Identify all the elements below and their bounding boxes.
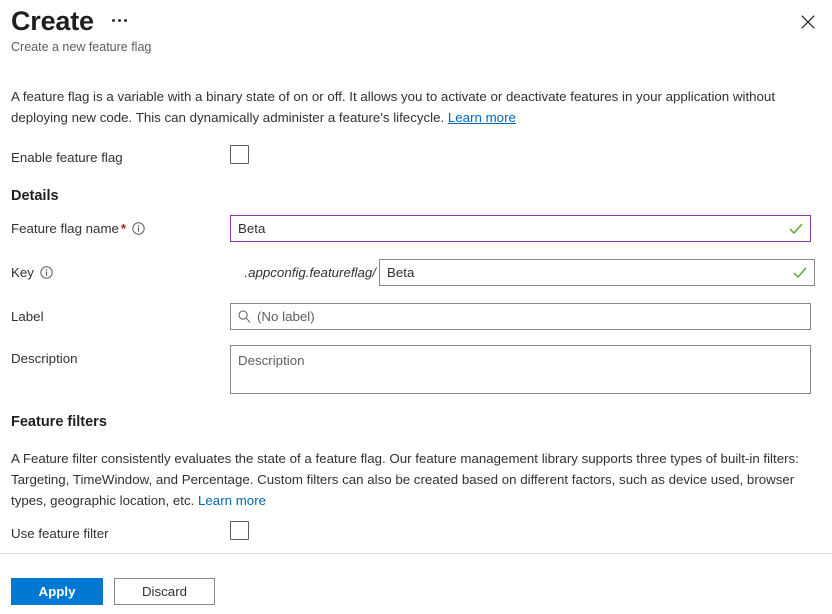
footer-divider: [0, 553, 832, 554]
description-label: Description: [11, 351, 78, 366]
ellipsis-dot: [117, 18, 121, 22]
search-icon: [238, 310, 251, 323]
ellipsis-dot: [123, 18, 127, 22]
feature-flag-name-label: Feature flag name *: [11, 215, 230, 240]
intro-learn-more-link[interactable]: Learn more: [448, 110, 516, 125]
close-button[interactable]: [792, 6, 824, 38]
filters-learn-more-link[interactable]: Learn more: [198, 493, 266, 508]
use-feature-filter-row: Use feature filter: [11, 520, 249, 543]
intro-paragraph: A feature flag is a variable with a bina…: [11, 86, 801, 128]
description-field[interactable]: [230, 345, 811, 394]
key-field[interactable]: [379, 259, 815, 286]
intro-text: A feature flag is a variable with a bina…: [11, 89, 776, 125]
label-field[interactable]: [230, 303, 811, 330]
page-subtitle: Create a new feature flag: [11, 40, 152, 54]
footer-actions: Apply Discard: [11, 578, 215, 605]
label-input[interactable]: [257, 305, 803, 328]
feature-flag-name-row: Feature flag name *: [11, 215, 811, 242]
valid-check-icon: [789, 223, 803, 235]
page-title: Create: [11, 6, 94, 36]
details-heading: Details: [11, 188, 59, 204]
enable-feature-flag-checkbox[interactable]: [230, 145, 249, 164]
feature-filters-heading: Feature filters: [11, 414, 107, 430]
use-feature-filter-checkbox[interactable]: [230, 521, 249, 540]
feature-filters-text: A Feature filter consistently evaluates …: [11, 451, 799, 508]
key-label-text: Key: [11, 265, 34, 280]
description-row: Description: [11, 345, 811, 394]
key-input[interactable]: [387, 261, 787, 284]
label-row: Label: [11, 303, 811, 330]
info-icon[interactable]: [132, 221, 145, 240]
key-prefix: .appconfig.featureflag/: [244, 265, 376, 280]
feature-flag-name-input[interactable]: [238, 217, 783, 240]
create-feature-flag-panel: Create Create a new feature flag A featu…: [0, 0, 832, 614]
description-textarea[interactable]: [238, 351, 803, 388]
apply-button[interactable]: Apply: [11, 578, 103, 605]
feature-flag-name-label-text: Feature flag name: [11, 221, 119, 236]
enable-feature-flag-row: Enable feature flag: [11, 144, 249, 167]
enable-feature-flag-label: Enable feature flag: [11, 150, 123, 165]
feature-filters-paragraph: A Feature filter consistently evaluates …: [11, 448, 823, 511]
use-feature-filter-label: Use feature filter: [11, 526, 109, 541]
panel-header: Create: [11, 4, 131, 38]
close-icon: [801, 15, 815, 29]
key-row: Key .appconfig.featureflag/: [11, 259, 823, 286]
label-field-label: Label: [11, 309, 44, 324]
required-asterisk: *: [120, 221, 127, 236]
discard-button[interactable]: Discard: [114, 578, 215, 605]
valid-check-icon: [793, 267, 807, 279]
ellipsis-dot: [111, 18, 115, 22]
key-label: Key: [11, 259, 230, 284]
feature-flag-name-field[interactable]: [230, 215, 811, 242]
info-icon[interactable]: [40, 265, 53, 284]
ellipsis-icon[interactable]: [108, 13, 131, 30]
